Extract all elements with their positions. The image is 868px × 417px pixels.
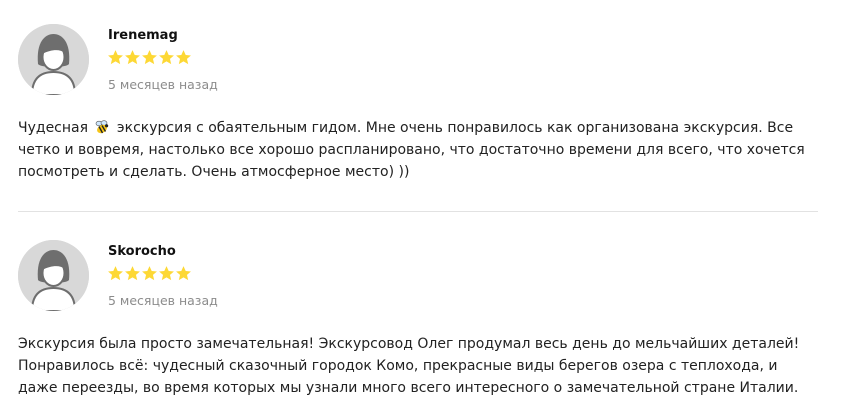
avatar[interactable]	[18, 24, 89, 95]
star-icon	[159, 266, 174, 281]
review-text-part: экскурсия с обаятельным гидом. Мне очень…	[18, 120, 805, 180]
star-icon	[176, 50, 191, 65]
rating-stars	[107, 265, 192, 285]
star-icon	[142, 266, 157, 281]
star-icon	[108, 266, 123, 281]
star-icon	[108, 50, 123, 65]
star-icon	[142, 50, 157, 65]
review-divider	[18, 211, 818, 212]
avatar[interactable]	[18, 240, 89, 311]
star-icon	[125, 266, 140, 281]
bee-icon	[96, 120, 109, 134]
review-text-part: Чудесная	[18, 120, 93, 136]
star-icon	[176, 266, 191, 281]
rating-stars	[107, 49, 192, 69]
star-icon	[159, 50, 174, 65]
user-placeholder-icon	[18, 240, 89, 311]
review-author[interactable]: Irenemag	[108, 28, 178, 43]
review-date: 5 месяцев назад	[108, 77, 218, 92]
star-icon	[125, 50, 140, 65]
review-author[interactable]: Skorocho	[108, 244, 176, 259]
review-text: Чудесная экскурсия с обаятельным гидом. …	[18, 117, 818, 183]
review-text: Экскурсия была просто замечательная! Экс…	[18, 336, 800, 396]
review-date: 5 месяцев назад	[108, 293, 218, 308]
user-placeholder-icon	[18, 24, 89, 95]
